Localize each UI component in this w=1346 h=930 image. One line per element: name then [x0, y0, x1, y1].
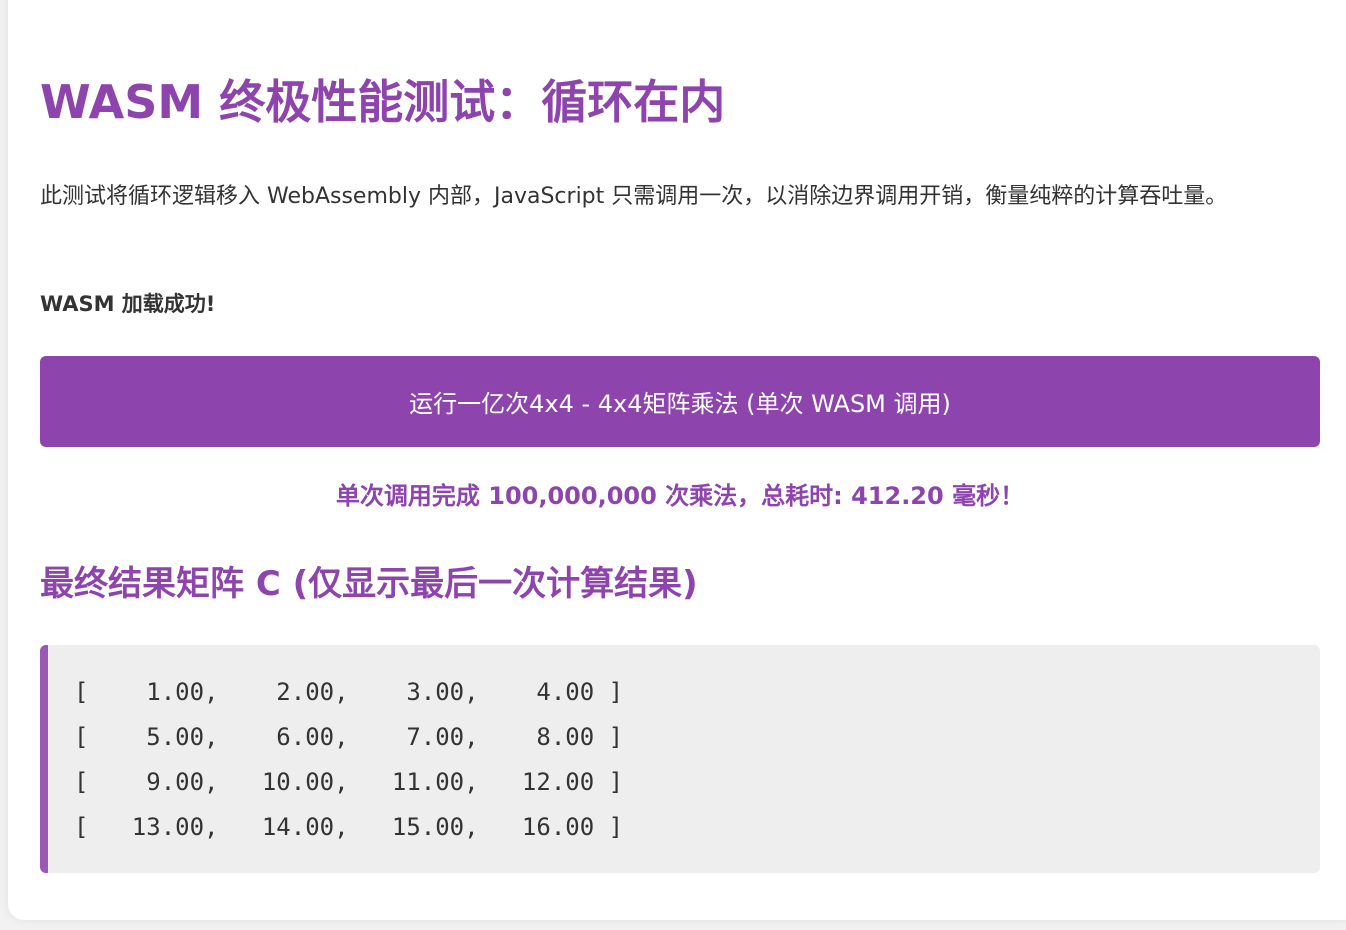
- page-title: WASM 终极性能测试：循环在内: [40, 75, 726, 129]
- matrix-row: [ 1.00, 2.00, 3.00, 4.00 ]: [74, 678, 624, 706]
- run-benchmark-button[interactable]: 运行一亿次4x4 - 4x4矩阵乘法 (单次 WASM 调用): [40, 356, 1320, 447]
- page-description: 此测试将循环逻辑移入 WebAssembly 内部，JavaScript 只需调…: [40, 184, 1228, 209]
- benchmark-result: 单次调用完成 100,000,000 次乘法，总耗时: 412.20 毫秒！: [335, 482, 1025, 510]
- matrix-row: [ 5.00, 6.00, 7.00, 8.00 ]: [74, 723, 624, 751]
- result-matrix-box: [ 1.00, 2.00, 3.00, 4.00 ] [ 5.00, 6.00,…: [40, 645, 1320, 873]
- matrix-row: [ 9.00, 10.00, 11.00, 12.00 ]: [74, 768, 624, 796]
- matrix-row: [ 13.00, 14.00, 15.00, 16.00 ]: [74, 813, 624, 841]
- matrix-heading: 最终结果矩阵 C (仅显示最后一次计算结果): [40, 564, 698, 604]
- wasm-load-status: WASM 加载成功!: [40, 292, 216, 316]
- matrix-accent-border: [40, 645, 48, 873]
- matrix-rows: [ 1.00, 2.00, 3.00, 4.00 ] [ 5.00, 6.00,…: [74, 670, 623, 850]
